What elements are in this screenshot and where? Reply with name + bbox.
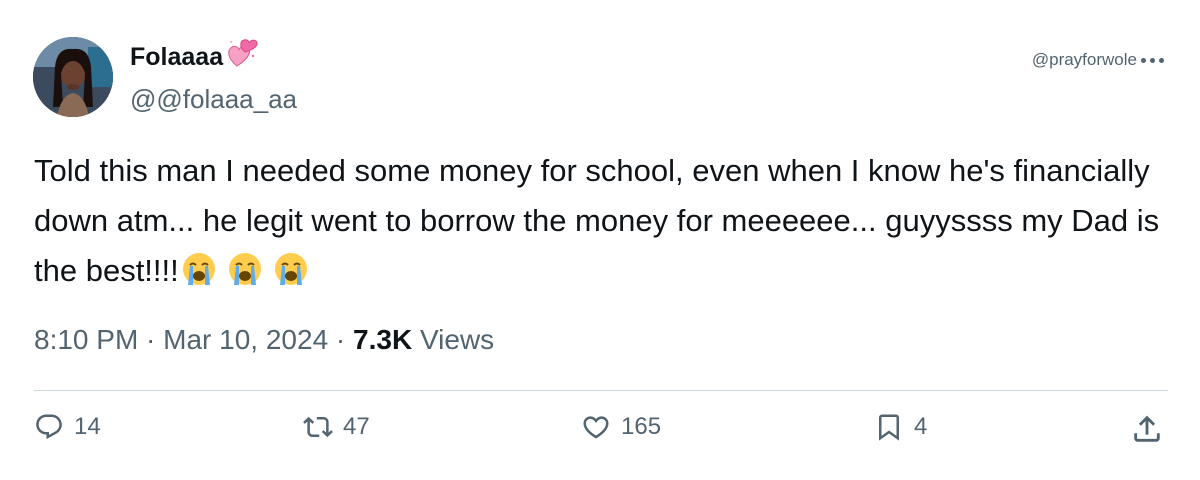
- tweet-meta: 8:10 PM · Mar 10, 2024 · 7.3K Views: [34, 324, 494, 356]
- like-count: 165: [621, 413, 662, 440]
- share-button[interactable]: [1130, 412, 1174, 446]
- tweet-card: Folaaaa @@folaaa_aa @prayforwole Told th…: [0, 0, 1200, 480]
- views-count[interactable]: 7.3K: [353, 324, 412, 355]
- watermark: @prayforwole: [1032, 50, 1164, 70]
- display-name-text: Folaaaa: [130, 42, 224, 71]
- repost-button[interactable]: 47: [303, 412, 370, 442]
- reply-button[interactable]: 14: [34, 412, 101, 442]
- more-options-icon[interactable]: [1141, 57, 1164, 63]
- watermark-text: @prayforwole: [1031, 50, 1137, 69]
- loudly-crying-face-icon: [182, 253, 215, 285]
- reply-icon: [36, 414, 62, 440]
- emoji-group: [181, 251, 309, 287]
- bookmark-icon: [879, 414, 899, 441]
- share-icon: [1134, 415, 1160, 442]
- sparkling-heart-icon: [225, 36, 259, 70]
- user-handle[interactable]: @@folaaa_aa: [130, 84, 297, 115]
- loudly-crying-face-icon: [274, 253, 307, 285]
- repost-icon: [303, 416, 333, 438]
- bookmark-count: 4: [914, 413, 928, 440]
- loudly-crying-face-icon: [228, 253, 261, 285]
- heart-icon: [583, 416, 609, 439]
- like-button[interactable]: 165: [581, 412, 661, 442]
- repost-count: 47: [343, 413, 370, 440]
- divider: [34, 390, 1168, 391]
- action-bar: 14 47 165 4: [0, 404, 1200, 454]
- reply-count: 14: [74, 413, 101, 440]
- views-label: Views: [412, 324, 495, 355]
- tweet-text: Told this man I needed some money for sc…: [34, 146, 1164, 296]
- timestamp[interactable]: 8:10 PM · Mar 10, 2024 ·: [34, 324, 353, 355]
- bookmark-button[interactable]: 4: [874, 412, 927, 442]
- display-name[interactable]: Folaaaa: [130, 39, 259, 74]
- avatar-photo: [33, 37, 113, 117]
- avatar[interactable]: [33, 37, 113, 117]
